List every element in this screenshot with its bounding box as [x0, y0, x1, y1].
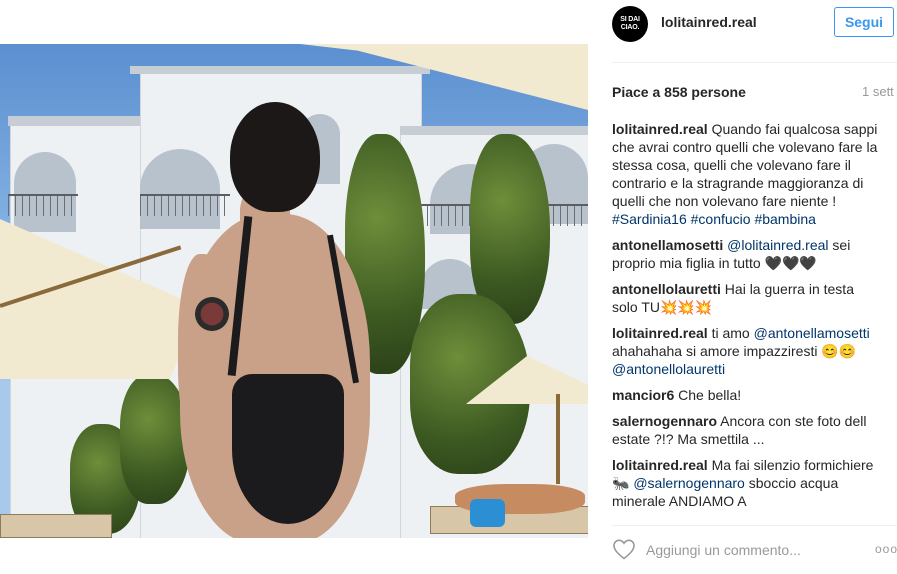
photo-balcony-railing: [8, 194, 78, 216]
photo-arch: [140, 149, 220, 229]
list-item: mancior6 Che bella!: [612, 386, 882, 404]
mention-link[interactable]: @lolitainred.real: [727, 237, 828, 253]
list-item: salernogennaro Ancora con ste foto dell …: [612, 412, 882, 448]
list-item: lolitainred.real ti amo @antonellamosett…: [612, 324, 882, 378]
hashtag-link[interactable]: #Sardinia16: [612, 211, 687, 227]
hashtag-link[interactable]: #bambina: [754, 211, 816, 227]
post-photo[interactable]: [0, 44, 588, 538]
comment-author[interactable]: lolitainred.real: [612, 121, 708, 137]
photo-woman-hair: [230, 102, 320, 212]
photo-woman-arm: [178, 254, 226, 444]
photo-swimsuit: [232, 374, 344, 524]
post-side-panel: SI DAI CIAO. lolitainred.real Segui Piac…: [588, 0, 897, 574]
comment-author[interactable]: lolitainred.real: [612, 457, 708, 473]
photo-woman-tattoo: [190, 284, 234, 344]
comment-author[interactable]: mancior6: [612, 387, 674, 403]
hashtag-link[interactable]: #confucio: [691, 211, 751, 227]
add-comment-bar: ooo: [588, 530, 897, 570]
comment-input[interactable]: [646, 540, 826, 560]
mention-link[interactable]: @salernogennaro: [633, 475, 745, 491]
likes-count[interactable]: Piace a 858 persone: [612, 84, 746, 100]
mention-link[interactable]: @antonellolauretti: [612, 361, 725, 377]
comments-list[interactable]: lolitainred.real Quando fai qualcosa sap…: [612, 120, 882, 515]
comment-author[interactable]: lolitainred.real: [612, 325, 708, 341]
comment-author[interactable]: antonellamosetti: [612, 237, 723, 253]
header-divider: [612, 62, 897, 63]
comment-text: ti amo: [707, 325, 754, 341]
photo-roof-center: [130, 66, 430, 74]
photo-umbrella-pole: [556, 394, 560, 484]
post-timestamp[interactable]: 1 sett: [862, 84, 894, 99]
comment-author[interactable]: antonellolauretti: [612, 281, 721, 297]
list-item: antonellamosetti @lolitainred.real sei p…: [612, 236, 882, 272]
photo-lounger: [0, 514, 112, 538]
comment-text: Che bella!: [674, 387, 742, 403]
photo-balcony-railing: [140, 194, 230, 216]
follow-button[interactable]: Segui: [834, 7, 894, 37]
list-item: lolitainred.real Ma fai silenzio formich…: [612, 456, 882, 510]
mention-link[interactable]: @antonellamosetti: [754, 325, 870, 341]
username-link[interactable]: lolitainred.real: [661, 14, 757, 30]
more-options-icon[interactable]: ooo: [875, 542, 897, 556]
avatar[interactable]: SI DAI CIAO.: [612, 6, 648, 42]
post-header: SI DAI CIAO. lolitainred.real Segui: [588, 0, 897, 44]
heart-outline-icon[interactable]: [612, 538, 636, 560]
photo-roof-right: [400, 126, 588, 135]
photo-sunbather-shorts: [470, 499, 505, 527]
comment-text: ahahahaha si amore impazziresti 😊😊: [612, 343, 857, 359]
comment-author[interactable]: salernogennaro: [612, 413, 717, 429]
photo-arch: [14, 152, 76, 232]
list-item: antonellolauretti Hai la guerra in testa…: [612, 280, 882, 316]
avatar-text: SI DAI CIAO.: [620, 16, 640, 31]
comments-divider: [612, 525, 897, 526]
list-item: lolitainred.real Quando fai qualcosa sap…: [612, 120, 882, 228]
